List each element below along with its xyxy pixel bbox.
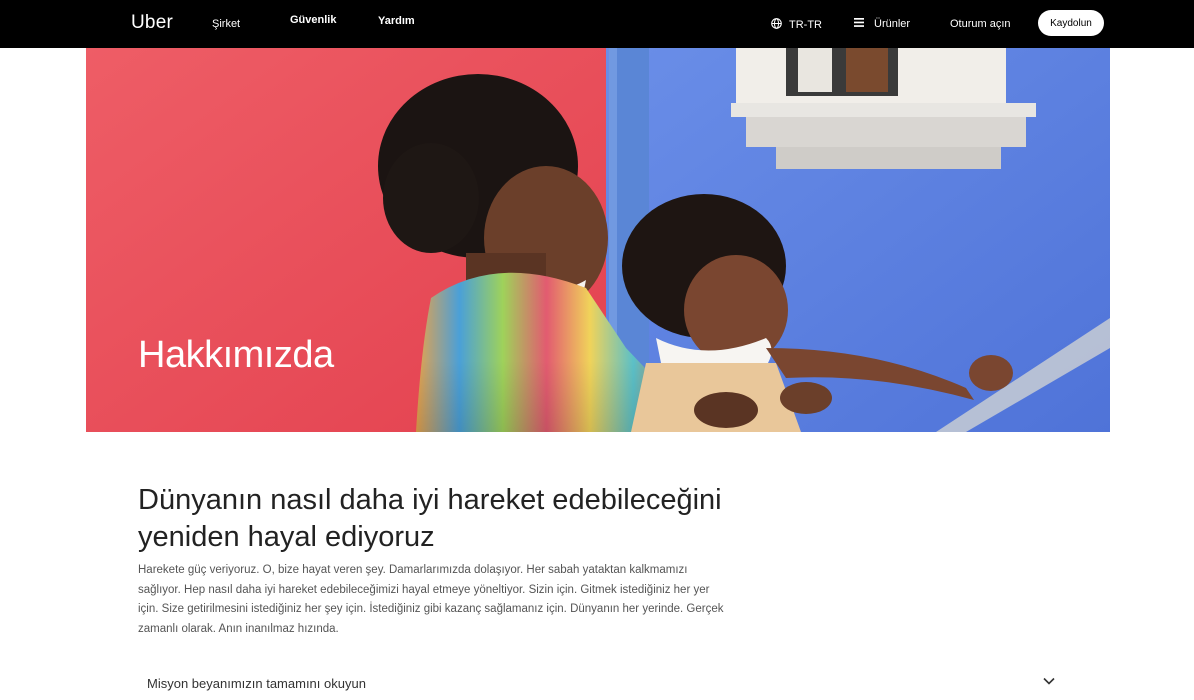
mission-statement-accordion[interactable]: Misyon beyanımızın tamamını okuyun [138,668,1058,700]
chevron-down-icon[interactable] [1042,674,1056,693]
nav-link-safety[interactable]: Güvenlik [290,14,336,26]
nav-link-company[interactable]: Şirket [212,18,240,30]
products-menu[interactable]: Ürünler [854,18,910,30]
mission-body-text: Harekete güç veriyoruz. O, bize hayat ve… [138,564,724,635]
signup-button[interactable]: Kaydolun [1038,10,1104,36]
hero-title: Hakkımızda [138,334,334,376]
top-navigation: Uber Şirket Güvenlik Yardım TR-TR Ürünle… [0,0,1194,48]
uber-logo[interactable]: Uber [131,12,173,34]
products-label: Ürünler [874,18,911,30]
mission-headline: Dünyanın nasıl daha iyi hareket edebilec… [138,484,722,553]
globe-icon [771,18,782,32]
language-label: TR-TR [789,19,822,31]
menu-icon [854,18,864,30]
login-link[interactable]: Oturum açın [950,18,1011,30]
nav-link-help[interactable]: Yardım [378,15,415,27]
language-selector[interactable]: TR-TR [771,18,822,32]
accordion-label: Misyon beyanımızın tamamını okuyun [147,676,366,691]
hero-banner: Hakkımızda [86,48,1110,432]
